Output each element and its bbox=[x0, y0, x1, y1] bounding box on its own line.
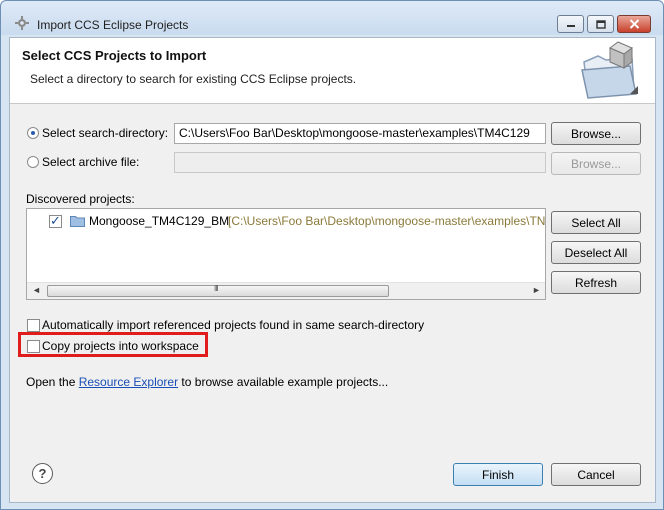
minimize-icon bbox=[566, 25, 575, 27]
archive-file-label[interactable]: Select archive file: bbox=[42, 155, 139, 169]
copy-projects-label[interactable]: Copy projects into workspace bbox=[42, 339, 199, 353]
copy-projects-checkbox[interactable] bbox=[27, 340, 40, 353]
resource-explorer-text: Open the Resource Explorer to browse ava… bbox=[26, 375, 388, 389]
dialog-client-area: Select CCS Projects to Import Select a d… bbox=[9, 37, 656, 503]
title-bar[interactable]: Import CCS Eclipse Projects bbox=[1, 1, 663, 35]
search-directory-label[interactable]: Select search-directory: bbox=[42, 126, 168, 140]
close-icon bbox=[629, 19, 639, 29]
archive-file-radio[interactable] bbox=[27, 156, 39, 168]
folder-icon bbox=[70, 216, 85, 227]
ccs-app-icon bbox=[15, 16, 29, 30]
browse-directory-button[interactable]: Browse... bbox=[551, 122, 641, 145]
resource-explorer-link[interactable]: Resource Explorer bbox=[79, 375, 178, 389]
maximize-button[interactable] bbox=[587, 15, 614, 33]
minimize-button[interactable] bbox=[557, 15, 584, 33]
scroll-left-icon[interactable]: ◄ bbox=[32, 285, 41, 295]
resource-explorer-suffix: to browse available example projects... bbox=[178, 375, 389, 389]
project-path: [C:\Users\Foo Bar\Desktop\mongoose-maste… bbox=[228, 214, 546, 228]
discovered-projects-list[interactable]: Mongoose_TM4C129_BM [C:\Users\Foo Bar\De… bbox=[26, 208, 546, 300]
project-checkbox[interactable] bbox=[49, 213, 62, 229]
maximize-icon bbox=[595, 19, 606, 29]
refresh-button[interactable]: Refresh bbox=[551, 271, 641, 294]
search-directory-input[interactable]: C:\Users\Foo Bar\Desktop\mongoose-master… bbox=[174, 123, 546, 144]
banner-description: Select a directory to search for existin… bbox=[30, 72, 357, 86]
cancel-button[interactable]: Cancel bbox=[551, 463, 641, 486]
resource-explorer-prefix: Open the bbox=[26, 375, 79, 389]
horizontal-scrollbar[interactable]: ◄ III ► bbox=[27, 282, 545, 299]
archive-file-input[interactable] bbox=[174, 152, 546, 173]
scroll-right-icon[interactable]: ► bbox=[532, 285, 541, 295]
import-dialog-window: Import CCS Eclipse Projects Select CCS P… bbox=[0, 0, 664, 510]
select-all-button[interactable]: Select All bbox=[551, 211, 641, 234]
finish-button[interactable]: Finish bbox=[453, 463, 543, 486]
dialog-banner: Select CCS Projects to Import Select a d… bbox=[10, 38, 655, 104]
banner-title: Select CCS Projects to Import bbox=[22, 48, 207, 63]
scrollbar-thumb[interactable]: III bbox=[47, 284, 389, 297]
help-icon[interactable]: ? bbox=[32, 463, 53, 484]
deselect-all-button[interactable]: Deselect All bbox=[551, 241, 641, 264]
scrollbar-grip: III bbox=[214, 284, 219, 293]
browse-archive-button[interactable]: Browse... bbox=[551, 152, 641, 175]
auto-import-checkbox[interactable] bbox=[27, 319, 40, 332]
search-directory-radio[interactable] bbox=[27, 127, 39, 139]
discovered-projects-label: Discovered projects: bbox=[26, 192, 135, 206]
close-button[interactable] bbox=[617, 15, 651, 33]
window-title: Import CCS Eclipse Projects bbox=[37, 18, 189, 32]
auto-import-label[interactable]: Automatically import referenced projects… bbox=[42, 318, 424, 332]
import-folder-icon bbox=[581, 41, 638, 99]
project-name: Mongoose_TM4C129_BM bbox=[89, 214, 230, 228]
